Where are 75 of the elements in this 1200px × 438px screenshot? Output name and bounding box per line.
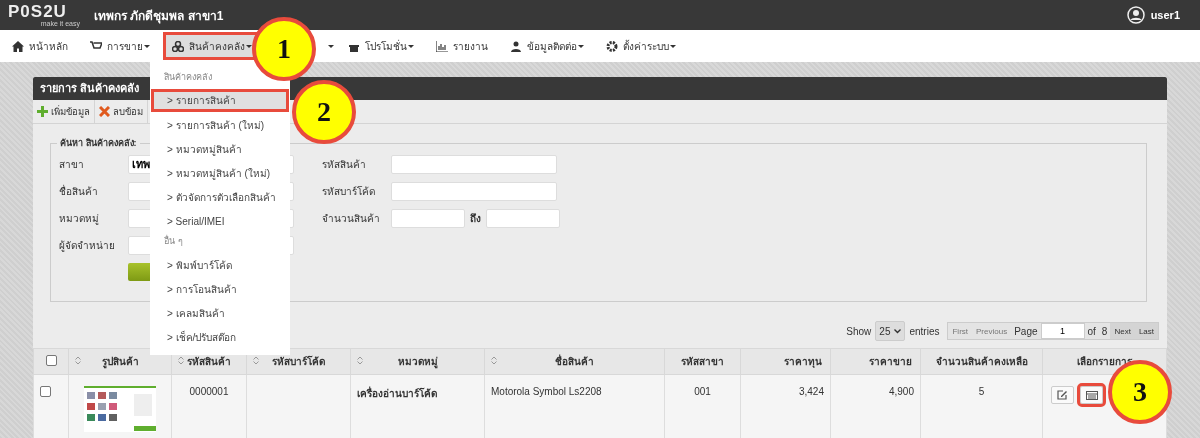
column-header[interactable]: รหัสสาขา (664, 348, 741, 375)
entries-label: entries (909, 325, 940, 337)
page-label: Page (1013, 325, 1039, 337)
home-icon (12, 40, 24, 52)
page-size-select[interactable]: 25 (875, 321, 906, 341)
user-avatar-icon[interactable] (1126, 6, 1145, 24)
field-label: สาขา (59, 157, 85, 172)
field-label: หมวดหมู่ (59, 211, 100, 226)
store-name: เทพกร ภักดีชุมพล สาขา1 (94, 7, 224, 25)
table-cell: 001 (664, 374, 741, 438)
nav-item[interactable]: ข้อมูลติดต่อ (502, 33, 592, 59)
bar-chart-icon (436, 40, 448, 52)
input-field[interactable] (391, 208, 465, 228)
edit-button[interactable] (1051, 386, 1074, 404)
nav-item[interactable]: โปรโมชั่น (340, 33, 422, 59)
table-cell: เครื่องอ่านบาร์โค้ด (350, 374, 485, 438)
first-button[interactable]: First (948, 323, 973, 339)
menu-item[interactable]: > รายการสินค้า (152, 90, 288, 111)
menu-item[interactable]: > หมวดหมู่สินค้า (ใหม่) (150, 162, 290, 186)
previous-button[interactable]: Previous (972, 323, 1012, 339)
menu-item[interactable]: > เคลมสินค้า (150, 302, 290, 326)
settings-icon (606, 40, 618, 52)
menu-item[interactable]: > ตัวจัดการตัวเลือกสินค้า (150, 186, 290, 210)
cross-icon (99, 106, 110, 117)
column-header[interactable]: หมวดหมู่ (350, 348, 485, 375)
plus-icon (37, 106, 48, 117)
nav-item[interactable]: ตั้งค่าระบบ (598, 33, 684, 59)
column-header[interactable]: รูปสินค้า (68, 348, 172, 375)
user-icon (510, 40, 522, 52)
range-label: ถึง (470, 211, 481, 226)
of-label: of (1086, 325, 1097, 337)
nav-item[interactable]: รายงาน (428, 33, 496, 59)
input-field[interactable] (391, 181, 557, 201)
table-cell: Motorola Symbol Ls2208 (484, 374, 665, 438)
column-header[interactable]: ราคาขาย (830, 348, 921, 375)
edit-icon (1057, 390, 1068, 400)
column-header[interactable]: ราคาทุน (740, 348, 831, 375)
menu-item[interactable]: > รายการสินค้า (ใหม่) (150, 114, 290, 138)
column-header[interactable]: ชื่อสินค้า (484, 348, 665, 375)
menu-item[interactable]: > Serial/IMEI (150, 210, 290, 234)
user-menu[interactable]: user1 (1150, 9, 1180, 21)
search-legend: ค้นหา สินค้าคงคลัง: (57, 136, 140, 150)
cart-icon (90, 40, 102, 52)
column-header[interactable]: จำนวนสินค้าคงเหลือ (920, 348, 1043, 375)
table-cell: 4,900 (830, 374, 921, 438)
menu-item[interactable]: > การโอนสินค้า (150, 278, 290, 302)
page-input[interactable]: 1 (1040, 323, 1085, 339)
card-icon (1085, 390, 1098, 400)
input-field[interactable] (486, 208, 560, 228)
table-cell: 0000001 (171, 374, 247, 438)
field-label: ผู้จัดจำหน่าย (59, 238, 116, 253)
view-button[interactable] (1080, 386, 1103, 404)
page-total: 8 (1100, 325, 1109, 337)
checkbox[interactable] (40, 386, 51, 397)
toolbar-button[interactable]: ลบข้อม (95, 100, 148, 123)
last-button[interactable]: Last (1134, 323, 1158, 339)
show-label: Show (846, 325, 872, 337)
menu-section-label: อื่น ๆ (163, 234, 184, 248)
menu-item[interactable]: > เช็ค/ปรับสต๊อก (150, 326, 290, 350)
field-label: รหัสบาร์โค้ด (322, 184, 376, 199)
input-field[interactable] (391, 154, 557, 174)
circles-icon (172, 40, 184, 52)
field-label: รหัสสินค้า (322, 157, 367, 172)
chevron-icon (894, 328, 902, 334)
table-cell: 3,424 (740, 374, 831, 438)
toolbar-button[interactable]: เพิ่มข้อมูล (33, 100, 95, 123)
table-cell: 5 (920, 374, 1043, 438)
menu-item[interactable]: > พิมพ์บาร์โค้ด (150, 254, 290, 278)
field-label: ชื่อสินค้า (59, 183, 99, 199)
field-label: จำนวนสินค้า (322, 211, 381, 226)
menu-item[interactable]: > หมวดหมู่สินค้า (150, 138, 290, 162)
checkbox[interactable] (45, 355, 57, 366)
next-button[interactable]: Next (1110, 323, 1135, 339)
nav-item[interactable]: หน้าหลัก (4, 33, 76, 59)
nav-item[interactable]: การขาย (82, 33, 158, 59)
